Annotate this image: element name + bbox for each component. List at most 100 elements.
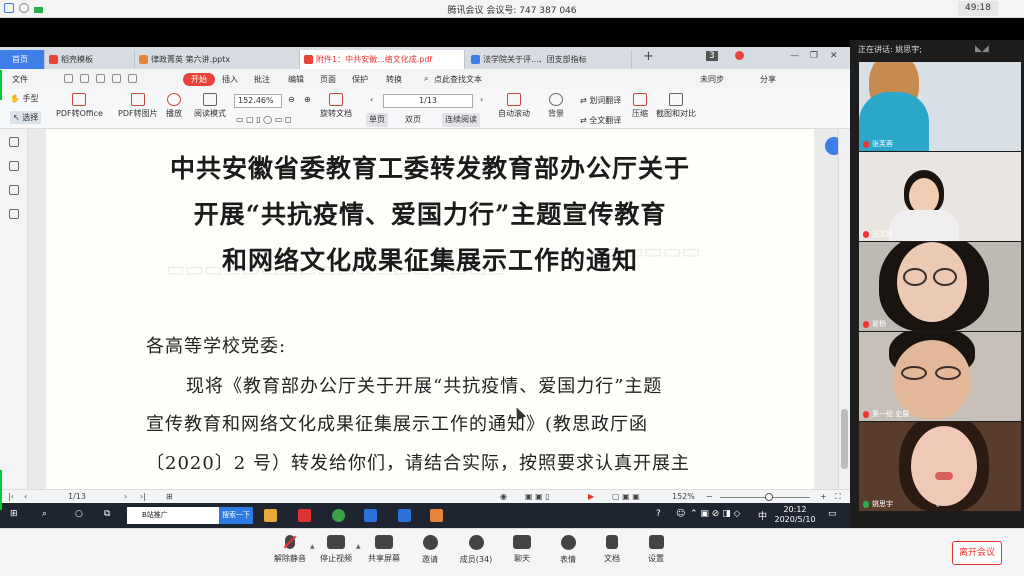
scrollbar-thumb[interactable]	[841, 409, 848, 469]
cortana-icon[interactable]: ○	[75, 509, 83, 519]
menu-protect[interactable]: 保护	[352, 74, 368, 85]
fit-icons[interactable]: ▭ ▢ ▯ ◯ ▭ ◻	[236, 115, 291, 124]
save-icon[interactable]	[80, 74, 89, 83]
close-icon[interactable]: ✕	[830, 51, 838, 61]
menu-search[interactable]: 点此查找文本	[434, 74, 482, 85]
status-page[interactable]: 1/13	[68, 492, 86, 501]
menu-start[interactable]: 开始	[183, 73, 215, 86]
select-tool[interactable]: ↖ 选择	[10, 111, 42, 124]
compress-button[interactable]: 压缩	[632, 93, 648, 119]
tab-pdf-active[interactable]: 附件1：中共安徽...络文化成.pdf	[300, 50, 465, 69]
pptx-app-icon[interactable]	[430, 509, 443, 522]
menu-annotate[interactable]: 批注	[254, 74, 270, 85]
pdf-to-office-button[interactable]: PDF转Office	[56, 93, 103, 119]
tab-home[interactable]: 首页	[0, 50, 45, 69]
bookmark-icon[interactable]	[9, 209, 19, 219]
chat-button[interactable]: 聊天	[500, 535, 544, 564]
minimize-icon[interactable]: —	[790, 51, 799, 61]
participant-tile[interactable]: 翟杨	[859, 242, 1021, 331]
settings-button[interactable]: 设置	[634, 535, 678, 564]
zoom-in-icon[interactable]: ⊕	[304, 95, 311, 104]
tab-xls[interactable]: 法学院关于评...、团支部指标	[467, 50, 632, 69]
eye-icon[interactable]: ◉	[500, 492, 507, 501]
translate-word-button[interactable]: ⇄ 划词翻译	[580, 95, 621, 106]
avatar[interactable]	[735, 51, 744, 60]
wps-icon[interactable]	[398, 509, 411, 522]
zoom-slider-knob[interactable]	[765, 493, 773, 501]
file-explorer-icon[interactable]	[264, 509, 277, 522]
prev-page-icon[interactable]: ‹	[370, 95, 373, 104]
browser-search-input[interactable]: B站推广	[127, 507, 219, 524]
redo-icon[interactable]	[128, 74, 137, 83]
tray-icons[interactable]: ⌃ ▣ ⊘ ◨ ◇	[690, 509, 740, 519]
last-page-icon[interactable]: ›|	[140, 492, 146, 501]
thumbnail-icon[interactable]	[9, 137, 19, 147]
browser-icon[interactable]	[332, 509, 345, 522]
share-button[interactable]: 分享	[760, 74, 776, 85]
tab-pptx[interactable]: 律政菁英 第六讲.pptx	[135, 50, 300, 69]
print-icon[interactable]	[96, 74, 105, 83]
participant-tile[interactable]: 第一组 史展	[859, 332, 1021, 421]
reactions-button[interactable]: 表情	[546, 535, 590, 565]
search-icon[interactable]: ⌕	[42, 509, 47, 519]
invite-button[interactable]: 邀请	[408, 535, 452, 565]
add-page-icon[interactable]: ⊞	[166, 492, 173, 501]
background-button[interactable]: 背景	[548, 93, 564, 119]
annotation-icon[interactable]	[9, 185, 19, 195]
continuous-read-button[interactable]: 连续阅读	[442, 113, 480, 127]
video-options-caret[interactable]: ▲	[356, 543, 361, 550]
notification-icon[interactable]: ▭	[828, 509, 837, 519]
fit-icons[interactable]: ▢ ▣ ▣	[612, 492, 640, 501]
documents-button[interactable]: 文档	[590, 535, 634, 564]
zoom-out-icon[interactable]: −	[706, 492, 713, 501]
undo-icon[interactable]	[112, 74, 121, 83]
stop-video-button[interactable]: 停止视频	[314, 535, 358, 564]
participant-tile[interactable]: 张芙蓉	[859, 62, 1021, 151]
document-viewport[interactable]: ▭▭▭▭▭ ▭▭▭▭▭▭▭▭▭▭▭▭▭▭▭▭▭▭ 中共安徽省委教育工委转发教育部…	[28, 129, 838, 489]
read-mode-button[interactable]: 阅读模式	[194, 93, 226, 119]
menu-page[interactable]: 页面	[320, 74, 336, 85]
auto-scroll-button[interactable]: 自动滚动	[498, 93, 530, 119]
sync-status[interactable]: 未同步	[700, 74, 724, 85]
ime-indicator[interactable]: 中	[758, 509, 767, 522]
translate-full-button[interactable]: ⇄ 全文翻译	[580, 115, 621, 126]
menu-insert[interactable]: 插入	[222, 74, 238, 85]
search-icon[interactable]: ⌕	[424, 74, 428, 84]
vertical-scrollbar[interactable]	[838, 129, 850, 489]
prev-page-icon[interactable]: ‹	[24, 492, 27, 501]
app-icon[interactable]	[298, 509, 311, 522]
menu-file[interactable]: 文件	[12, 74, 28, 85]
pdf-to-image-button[interactable]: PDF转图片	[118, 93, 158, 119]
members-button[interactable]: 成员(34)	[454, 535, 498, 565]
zoom-out-icon[interactable]: ⊖	[288, 95, 295, 104]
leave-meeting-button[interactable]: 离开会议	[952, 541, 1002, 565]
zoom-select[interactable]: 152.46%	[234, 94, 282, 108]
double-page-button[interactable]: 双页	[402, 113, 424, 127]
participant-tile[interactable]: 姚思宇	[859, 422, 1021, 511]
browser-search-button[interactable]: 搜索一下	[219, 507, 253, 524]
single-page-button[interactable]: 单页	[366, 113, 388, 127]
page-input[interactable]: 1/13	[383, 94, 473, 108]
windows-start-icon[interactable]: ⊞	[10, 509, 18, 519]
menu-edit[interactable]: 编辑	[288, 74, 304, 85]
panel-expand-icon[interactable]: ⌄	[934, 500, 942, 510]
view-mode-icons[interactable]: ▣ ▣ ▯	[525, 492, 550, 501]
maximize-icon[interactable]: ❐	[810, 51, 818, 61]
taskbar-clock[interactable]: 20:12 2020/5/10	[770, 505, 820, 525]
floating-assistant-icon[interactable]	[825, 137, 838, 155]
participant-tile[interactable]: 王文慧	[859, 152, 1021, 241]
tab-docer-templates[interactable]: 稻壳模板	[45, 50, 135, 69]
people-icon[interactable]: ☺	[676, 509, 685, 519]
unmute-button[interactable]: 解除静音	[268, 535, 312, 564]
hand-tool[interactable]: ✋ 手型	[10, 93, 39, 104]
next-page-icon[interactable]: ›	[480, 95, 483, 104]
new-tab-button[interactable]: +	[643, 49, 654, 64]
tab-count-badge[interactable]: 3	[706, 51, 718, 61]
help-icon[interactable]: ?	[656, 509, 661, 519]
next-page-icon[interactable]: ›	[124, 492, 127, 501]
open-icon[interactable]	[64, 74, 73, 83]
share-screen-button[interactable]: 共享屏幕	[362, 535, 406, 564]
rotate-document-button[interactable]: 旋转文档	[320, 93, 352, 119]
fullscreen-icon[interactable]: ⛶	[835, 492, 841, 502]
status-zoom[interactable]: 152%	[672, 492, 695, 501]
